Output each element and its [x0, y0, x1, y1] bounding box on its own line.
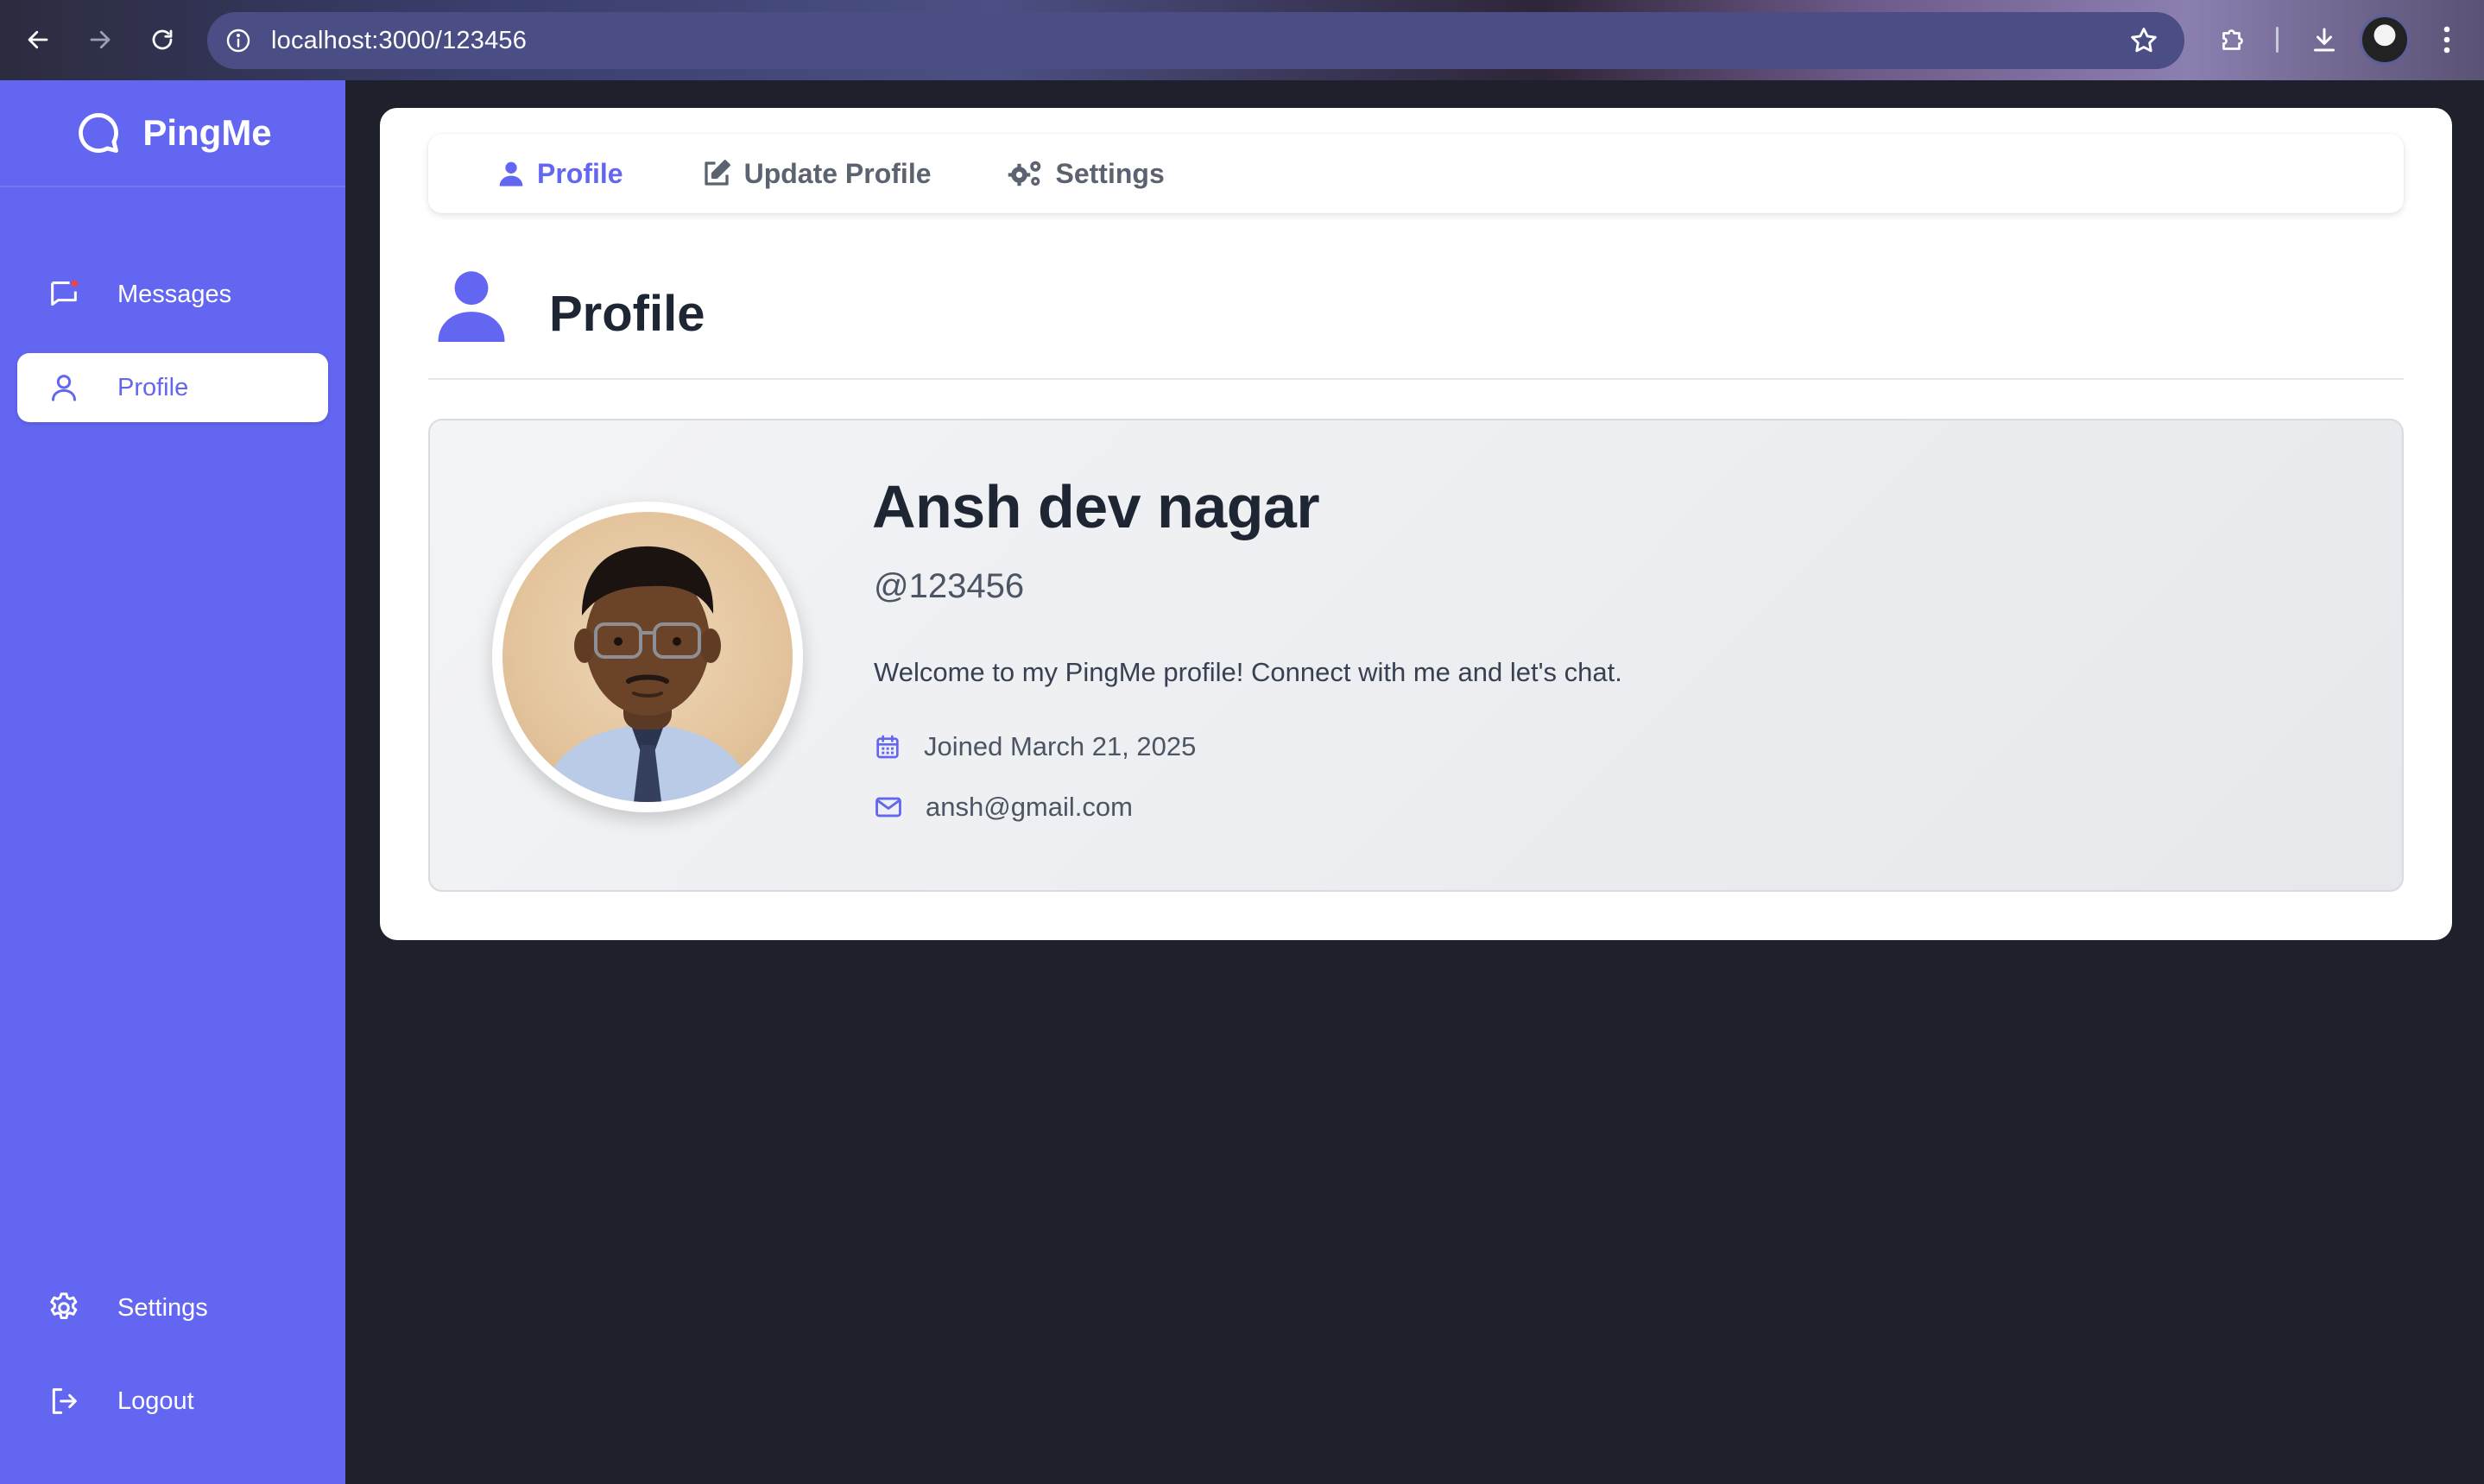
email-row: ansh@gmail.com	[874, 792, 1133, 823]
sidebar-item-label: Messages	[117, 280, 232, 308]
arrow-right-icon	[90, 30, 111, 49]
avatar	[492, 502, 803, 812]
user-icon	[438, 271, 505, 342]
arrow-left-icon	[28, 30, 48, 49]
joined-row: Joined March 21, 2025	[874, 731, 1196, 762]
forward-button[interactable]	[79, 19, 121, 60]
sidebar-item-messages[interactable]: Messages	[17, 260, 328, 329]
sidebar-item-label: Logout	[117, 1386, 194, 1415]
tab-label: Update Profile	[743, 157, 932, 189]
browser-avatar	[2360, 15, 2410, 65]
calendar-icon	[876, 735, 899, 759]
back-button[interactable]	[17, 19, 59, 60]
browser-toolbar: localhost:3000/123456	[0, 0, 2484, 80]
sidebar-item-label: Profile	[117, 373, 189, 401]
sidebar: PingMe Messages Profile Settings Logout	[0, 80, 345, 1484]
puzzle-icon	[2222, 29, 2243, 50]
sidebar-item-profile[interactable]: Profile	[17, 353, 328, 422]
tab-update-profile[interactable]: Update Profile	[701, 158, 932, 190]
page-header: Profile	[428, 268, 2404, 380]
profile-email: ansh@gmail.com	[926, 792, 1133, 822]
profile-bio: Welcome to my PingMe profile! Connect wi…	[874, 657, 1622, 687]
profile-avatar-button[interactable]	[2357, 15, 2412, 65]
sidebar-item-settings[interactable]: Settings	[17, 1273, 328, 1342]
extensions-button[interactable]	[2210, 17, 2255, 62]
more-vertical-icon	[2443, 26, 2450, 54]
downloads-button[interactable]	[2302, 17, 2347, 62]
tab-settings[interactable]: Settings	[1008, 158, 1165, 190]
brand[interactable]: PingMe	[0, 80, 345, 187]
address-bar[interactable]: localhost:3000/123456	[207, 12, 2184, 69]
url-text[interactable]: localhost:3000/123456	[271, 27, 527, 55]
tab-label: Profile	[537, 157, 623, 189]
profile-handle: @123456	[874, 567, 1025, 605]
download-icon	[2314, 28, 2335, 52]
main-content: Profile Update Profile Settings Profile	[380, 108, 2452, 940]
site-info-icon[interactable]	[223, 25, 254, 56]
mail-icon	[875, 797, 901, 818]
tab-label: Settings	[1055, 157, 1165, 189]
user-icon	[45, 369, 83, 407]
tab-profile[interactable]: Profile	[497, 158, 623, 190]
reload-button[interactable]	[142, 19, 183, 60]
user-icon	[499, 161, 523, 186]
brand-name: PingMe	[142, 112, 272, 153]
profile-photo	[502, 512, 793, 802]
joined-date: Joined March 21, 2025	[924, 731, 1197, 761]
bookmark-star-icon[interactable]	[2127, 24, 2160, 57]
menu-button[interactable]	[2430, 17, 2464, 62]
profile-name: Ansh dev nagar	[872, 473, 1320, 540]
sidebar-item-label: Settings	[117, 1293, 208, 1322]
reload-icon	[152, 29, 173, 50]
gears-icon	[1008, 161, 1040, 186]
gear-icon	[45, 1289, 83, 1327]
message-square-icon	[45, 275, 83, 313]
edit-icon	[704, 160, 730, 186]
logout-icon	[45, 1382, 83, 1420]
page-title: Profile	[549, 286, 705, 342]
sidebar-item-logout[interactable]: Logout	[17, 1367, 328, 1436]
profile-card: Ansh dev nagar @123456 Welcome to my Pin…	[428, 419, 2404, 892]
tab-bar: Profile Update Profile Settings	[428, 134, 2404, 213]
toolbar-separator	[2274, 17, 2279, 62]
chat-bubble-icon	[79, 113, 119, 153]
